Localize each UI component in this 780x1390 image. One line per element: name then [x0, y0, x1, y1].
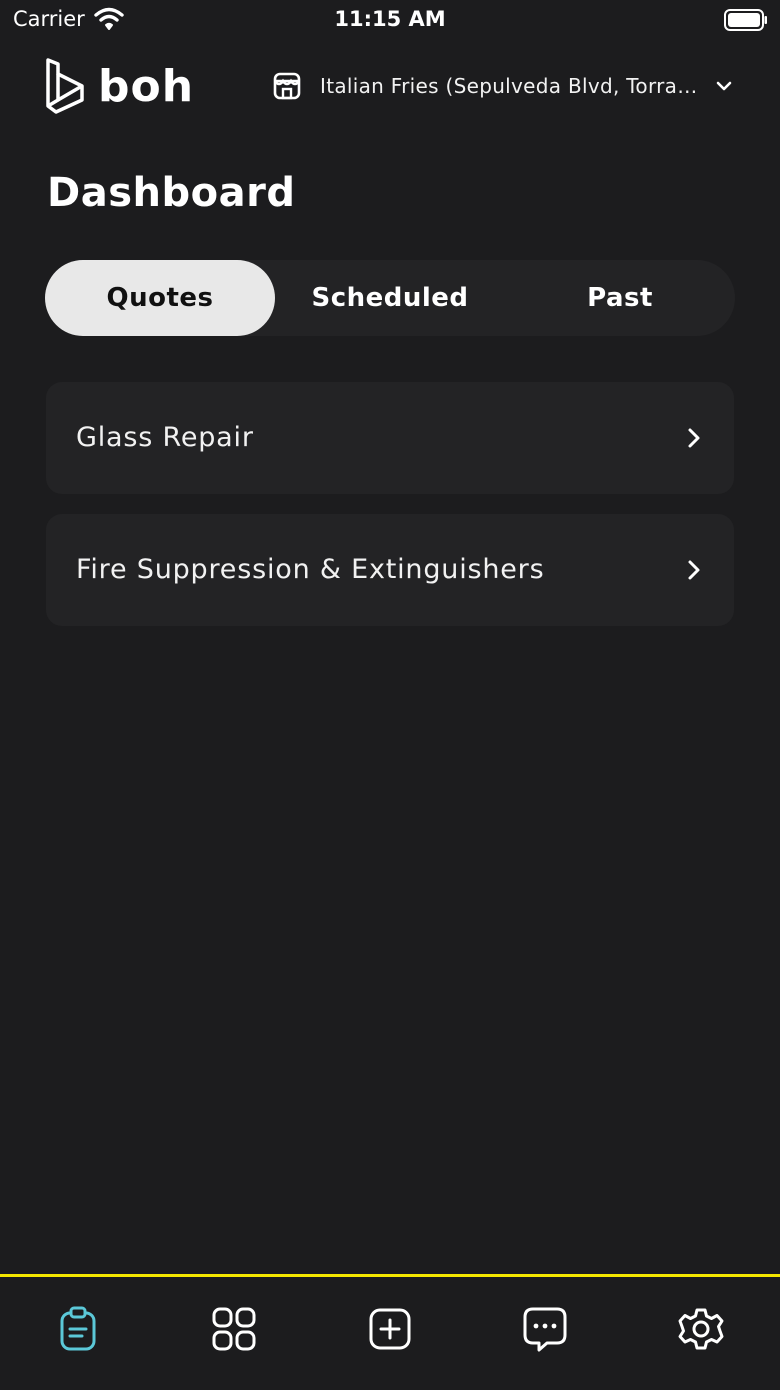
bottom-nav	[0, 1274, 780, 1390]
logo-text: boh	[98, 60, 195, 112]
page-title: Dashboard	[47, 170, 296, 216]
nav-messages[interactable]	[521, 1305, 569, 1353]
nav-add[interactable]	[366, 1305, 414, 1353]
gear-icon	[678, 1308, 724, 1350]
add-square-icon	[369, 1308, 411, 1350]
location-selector[interactable]: Italian Fries (Sepulveda Blvd, Torrance)	[270, 66, 750, 106]
nav-settings[interactable]	[677, 1305, 725, 1353]
store-icon	[273, 72, 301, 100]
chevron-down-icon	[716, 81, 732, 91]
chevron-right-icon	[688, 428, 700, 448]
tab-past[interactable]: Past	[505, 260, 735, 336]
list-item-label: Fire Suppression & Extinguishers	[76, 554, 545, 585]
chevron-right-icon	[688, 560, 700, 580]
boh-logo: boh	[44, 56, 194, 116]
boh-logo-icon	[46, 58, 84, 114]
quote-item-glass-repair[interactable]: Glass Repair	[46, 382, 734, 494]
nav-services[interactable]	[210, 1305, 258, 1353]
nav-quotes[interactable]	[54, 1305, 102, 1353]
clipboard-icon	[60, 1306, 96, 1351]
location-name: Italian Fries (Sepulveda Blvd, Torrance)	[320, 74, 704, 98]
quote-item-fire-suppression[interactable]: Fire Suppression & Extinguishers	[46, 514, 734, 626]
tab-scheduled[interactable]: Scheduled	[275, 260, 505, 336]
grid-icon	[212, 1307, 256, 1351]
list-item-label: Glass Repair	[76, 422, 254, 453]
status-bar: Carrier 11:15 AM	[0, 0, 780, 40]
chat-icon	[523, 1307, 567, 1352]
app-header: boh Italian Fries (Sepulveda Blvd, Torra…	[0, 50, 780, 130]
dashboard-tabs: Quotes Scheduled Past	[45, 260, 735, 336]
clock: 11:15 AM	[334, 7, 446, 31]
battery-icon	[724, 9, 767, 31]
tab-quotes[interactable]: Quotes	[45, 260, 275, 336]
